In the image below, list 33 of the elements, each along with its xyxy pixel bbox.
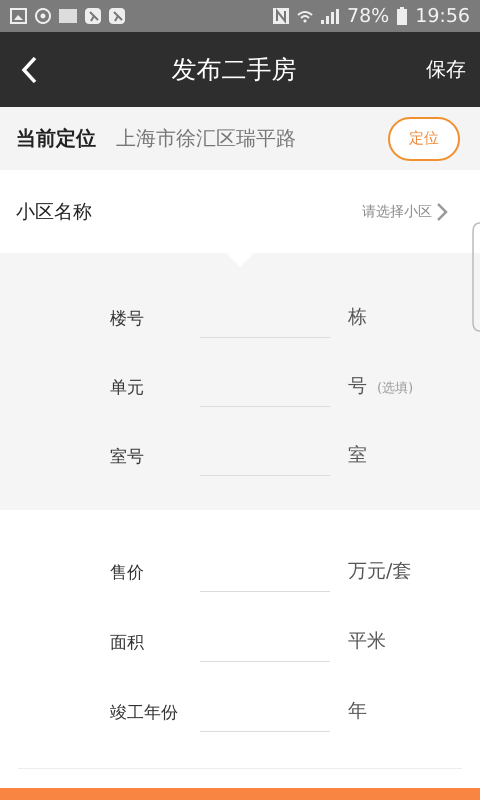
community-picker[interactable]: 请选择小区 [362,202,448,222]
clock: 19:56 [415,5,470,27]
unit-label: 年 [348,699,367,724]
location-label: 当前定位 [16,125,96,152]
community-label: 小区名称 [16,200,93,224]
unit-label: 万元/套 [348,559,412,584]
locate-button[interactable]: 定位 [388,116,460,160]
battery-percent: 78% [347,5,390,27]
save-button[interactable]: 保存 [426,56,466,83]
unit-label: 号 [348,374,367,399]
field-label: 室号 [110,446,145,469]
field-label: 竣工年份 [110,702,179,725]
image-icon [10,8,27,24]
runner-icon [109,8,125,24]
unit-label: 室 [348,443,367,468]
nfc-icon [273,8,289,24]
location-address: 上海市徐汇区瑞平路 [116,125,297,152]
optional-note: (选填) [377,380,414,397]
ring-icon [35,8,51,24]
field-label: 面积 [110,632,145,655]
battery-icon [397,7,408,25]
unit-label: 平米 [348,629,386,654]
signal-icon [321,8,339,24]
runner-icon [85,8,101,24]
page-title: 发布二手房 [170,54,298,86]
edge-handle[interactable] [472,222,480,332]
field-label: 单元 [110,377,145,400]
unit-label: 栋 [348,305,367,330]
field-label: 楼号 [110,308,145,331]
back-icon [21,56,37,84]
field-label: 售价 [110,562,145,585]
wifi-icon [297,9,313,23]
chevron-icon [436,202,448,222]
